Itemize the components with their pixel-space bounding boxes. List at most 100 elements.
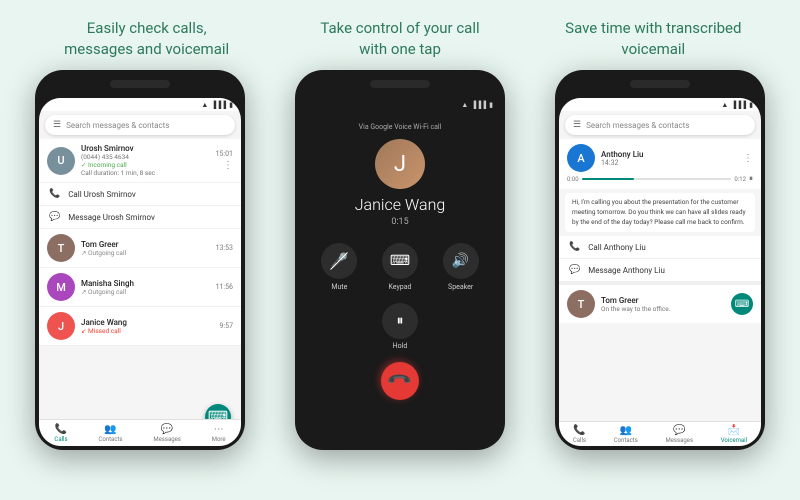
nav-more[interactable]: ⋯ More <box>212 424 226 443</box>
signal-icon-2: ▐▐▐ <box>471 101 486 109</box>
tom-info: Tom Greer On the way to the office. <box>601 296 725 313</box>
contact-time-anthony: 14:32 <box>601 159 737 167</box>
end-call-btn[interactable]: 📞 <box>373 354 427 408</box>
contact-time-janice: 9:57 <box>220 322 234 330</box>
action-call-anthony[interactable]: 📞 Call Anthony Liu <box>559 236 761 259</box>
contact-info-janice: Janice Wang ↙ Missed call <box>81 318 214 335</box>
bottom-nav-1: 📞 Calls 👥 Contacts 💬 Messages ⋯ More <box>39 419 241 446</box>
messages-nav-icon: 💬 <box>161 424 173 435</box>
header-col-2: Take control of your call with one tap <box>280 18 520 60</box>
vm-transcript: Hi, I'm calling you about the presentati… <box>565 193 755 232</box>
vm-nav-contacts[interactable]: 👥 Contacts <box>614 425 638 444</box>
action-call-urosh[interactable]: 📞 Call Urosh Smirnov <box>39 183 241 206</box>
header-title-3: Save time with transcribed voicemail <box>533 18 773 60</box>
avatar-urosh: U <box>47 147 75 175</box>
fab-3[interactable]: ⌨ <box>731 293 753 315</box>
status-bar-1: ▲ ▐▐▐ ▮ <box>39 98 241 111</box>
messages-nav-label: Messages <box>153 436 181 443</box>
header-col-1: Easily check calls, messages and voicema… <box>27 18 267 60</box>
contact-calltype-urosh: ✓ Incoming call <box>81 161 210 169</box>
contact-calltype-manisha: ↗ Outgoing call <box>81 288 210 296</box>
keypad-icon: ⌨ <box>382 243 418 279</box>
vm-contacts-label: Contacts <box>614 437 638 444</box>
more-icon-urosh[interactable]: ⋮ <box>223 160 233 171</box>
contact-item-manisha[interactable]: M Manisha Singh ↗ Outgoing call 11:56 <box>39 268 241 307</box>
vm-voicemail-label: Voicemail <box>721 437 747 444</box>
contact-info-manisha: Manisha Singh ↗ Outgoing call <box>81 279 210 296</box>
contact-info-urosh: Urosh Smirnov (0044) 435 4634 ✓ Incoming… <box>81 144 210 177</box>
phone-2: ▲ ▐▐▐ ▮ Via Google Voice Wi-Fi call J Ja… <box>295 70 505 450</box>
vm-nav-voicemail[interactable]: 📩 Voicemail <box>721 425 747 444</box>
header: Easily check calls, messages and voicema… <box>0 0 800 70</box>
search-placeholder-1: Search messages & contacts <box>66 121 169 130</box>
contact-time-manisha: 11:56 <box>216 283 233 291</box>
wifi-icon-3: ▲ <box>721 101 728 109</box>
tom-name: Tom Greer <box>601 296 725 305</box>
contact-time-urosh: 15:01 <box>216 150 233 158</box>
hold-btn[interactable]: ⏸ Hold <box>382 303 418 350</box>
avatar-janice: J <box>47 312 75 340</box>
call-screen: Via Google Voice Wi-Fi call J Janice Wan… <box>299 111 501 446</box>
contact-name-anthony: Anthony Liu <box>601 150 737 159</box>
wifi-icon-2: ▲ <box>461 101 468 109</box>
speaker-btn[interactable]: 🔊 Speaker <box>443 243 479 291</box>
battery-icon-3: ▮ <box>749 101 753 109</box>
tom-status: On the way to the office. <box>601 305 725 313</box>
caller-avatar-letter: J <box>394 152 406 177</box>
contact-info-tom: Tom Greer ↗ Outgoing call <box>81 240 210 257</box>
vm-calls-label: Calls <box>573 437 586 444</box>
more-nav-label: More <box>212 436 226 443</box>
call-name: Janice Wang <box>355 195 446 214</box>
contacts-nav-icon: 👥 <box>104 424 116 435</box>
vm-nav-calls[interactable]: 📞 Calls <box>573 425 586 444</box>
pause-btn[interactable]: ⏸ <box>749 174 753 184</box>
action-call-label: Call Urosh Smirnov <box>68 190 136 199</box>
action-call-anthony-label: Call Anthony Liu <box>588 243 646 252</box>
action-msg-label: Message Urosh Smirnov <box>68 213 155 222</box>
vm-contact-card[interactable]: A Anthony Liu 14:32 ⋮ 0:00 0:12 ⏸ <box>559 139 761 189</box>
search-bar-3[interactable]: ☰ Search messages & contacts <box>565 115 755 135</box>
action-msg-anthony-label: Message Anthony Liu <box>588 266 665 275</box>
vm-messages-icon: 💬 <box>673 425 685 436</box>
nav-calls[interactable]: 📞 Calls <box>54 424 67 443</box>
vm-nav-messages[interactable]: 💬 Messages <box>666 425 694 444</box>
wifi-icon: ▲ <box>201 101 208 109</box>
call-icon-urosh: 📞 <box>49 189 60 199</box>
call-avatar: J <box>375 139 425 189</box>
contact-calltype-tom: ↗ Outgoing call <box>81 249 210 257</box>
avatar-anthony: A <box>567 144 595 172</box>
action-msg-anthony[interactable]: 💬 Message Anthony Liu <box>559 259 761 281</box>
contact-name-urosh: Urosh Smirnov <box>81 144 210 153</box>
more-nav-icon: ⋯ <box>214 424 224 435</box>
more-icon-anthony[interactable]: ⋮ <box>743 153 753 164</box>
phone-3: ▲ ▐▐▐ ▮ ☰ Search messages & contacts A A… <box>555 70 765 450</box>
nav-messages[interactable]: 💬 Messages <box>153 424 181 443</box>
nav-contacts[interactable]: 👥 Contacts <box>98 424 122 443</box>
phones-container: ▲ ▐▐▐ ▮ ☰ Search messages & contacts U U… <box>0 70 800 500</box>
call-duration: 0:15 <box>391 217 408 227</box>
mute-btn[interactable]: 🎤 Mute <box>321 243 357 291</box>
vm-contacts-icon: 👥 <box>620 425 632 436</box>
mute-label: Mute <box>331 283 347 291</box>
phone-1: ▲ ▐▐▐ ▮ ☰ Search messages & contacts U U… <box>35 70 245 450</box>
battery-icon: ▮ <box>229 101 233 109</box>
status-bar-3: ▲ ▐▐▐ ▮ <box>559 98 761 111</box>
contact-item-urosh[interactable]: U Urosh Smirnov (0044) 435 4634 ✓ Incomi… <box>39 139 241 183</box>
contact-name-janice: Janice Wang <box>81 318 214 327</box>
audio-progress[interactable] <box>582 178 732 180</box>
hold-icon: ⏸ <box>382 303 418 339</box>
contact-item-tom-3[interactable]: T Tom Greer On the way to the office. ⌨ <box>559 281 761 323</box>
keypad-btn[interactable]: ⌨ Keypad <box>382 243 418 291</box>
phone-1-screen: ▲ ▐▐▐ ▮ ☰ Search messages & contacts U U… <box>39 98 241 446</box>
action-msg-urosh[interactable]: 💬 Message Urosh Smirnov <box>39 206 241 229</box>
search-bar-1[interactable]: ☰ Search messages & contacts <box>45 115 235 135</box>
phone-3-screen: ▲ ▐▐▐ ▮ ☰ Search messages & contacts A A… <box>559 98 761 446</box>
calls-nav-icon: 📞 <box>55 424 67 435</box>
vm-audio-bar: 0:00 0:12 ⏸ <box>567 174 753 184</box>
contact-item-tom[interactable]: T Tom Greer ↗ Outgoing call 13:53 <box>39 229 241 268</box>
msg-icon-anthony: 💬 <box>569 265 580 275</box>
vm-voicemail-icon: 📩 <box>728 425 740 436</box>
contacts-nav-label: Contacts <box>98 436 122 443</box>
call-icon-anthony: 📞 <box>569 242 580 252</box>
contact-item-janice[interactable]: J Janice Wang ↙ Missed call 9:57 <box>39 307 241 346</box>
